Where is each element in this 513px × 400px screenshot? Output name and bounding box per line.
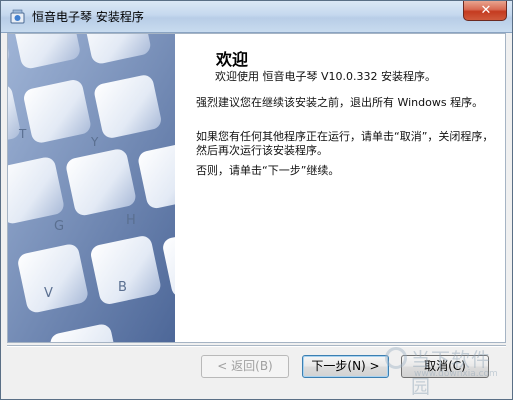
key-label: G [54,219,64,234]
next-button[interactable]: 下一步(N) > [302,355,389,378]
key-label: V [44,286,53,301]
key-label: Y [90,135,99,149]
keyboard-side-image: T Y G H V B [8,34,175,342]
close-button[interactable]: ✕ [463,1,507,21]
cancel-instructions: 如果您有任何其他程序正在运行，请单击“取消”，关闭程序，然后再次运行该安装程序。 [196,130,494,157]
title-bar[interactable]: 恒音电子琴 安装程序 ✕ [1,1,512,33]
wizard-page: T Y G H V B 欢迎 欢迎使用 恒音电子琴 V10.0.332 安装程序… [7,33,506,343]
intro-text: 欢迎使用 恒音电子琴 V10.0.332 安装程序。 [215,70,436,83]
key-label: T [18,127,27,141]
installer-app-icon [10,9,25,24]
installer-window: 恒音电子琴 安装程序 ✕ T Y G H V B 欢迎 欢迎使用 恒音电子琴 V… [0,0,513,400]
key-label: B [118,280,127,295]
button-separator [7,345,506,347]
cancel-button[interactable]: 取消(C) [401,355,489,378]
back-button[interactable]: < 返回(B) [201,355,289,378]
close-programs-advice: 强烈建议您在继续该安装之前，退出所有 Windows 程序。 [196,96,484,109]
welcome-heading: 欢迎 [216,50,249,69]
close-icon: ✕ [480,3,492,18]
window-title: 恒音电子琴 安装程序 [32,10,144,24]
key-label: H [126,213,136,228]
next-instructions: 否则，请单击“下一步”继续。 [196,164,340,177]
